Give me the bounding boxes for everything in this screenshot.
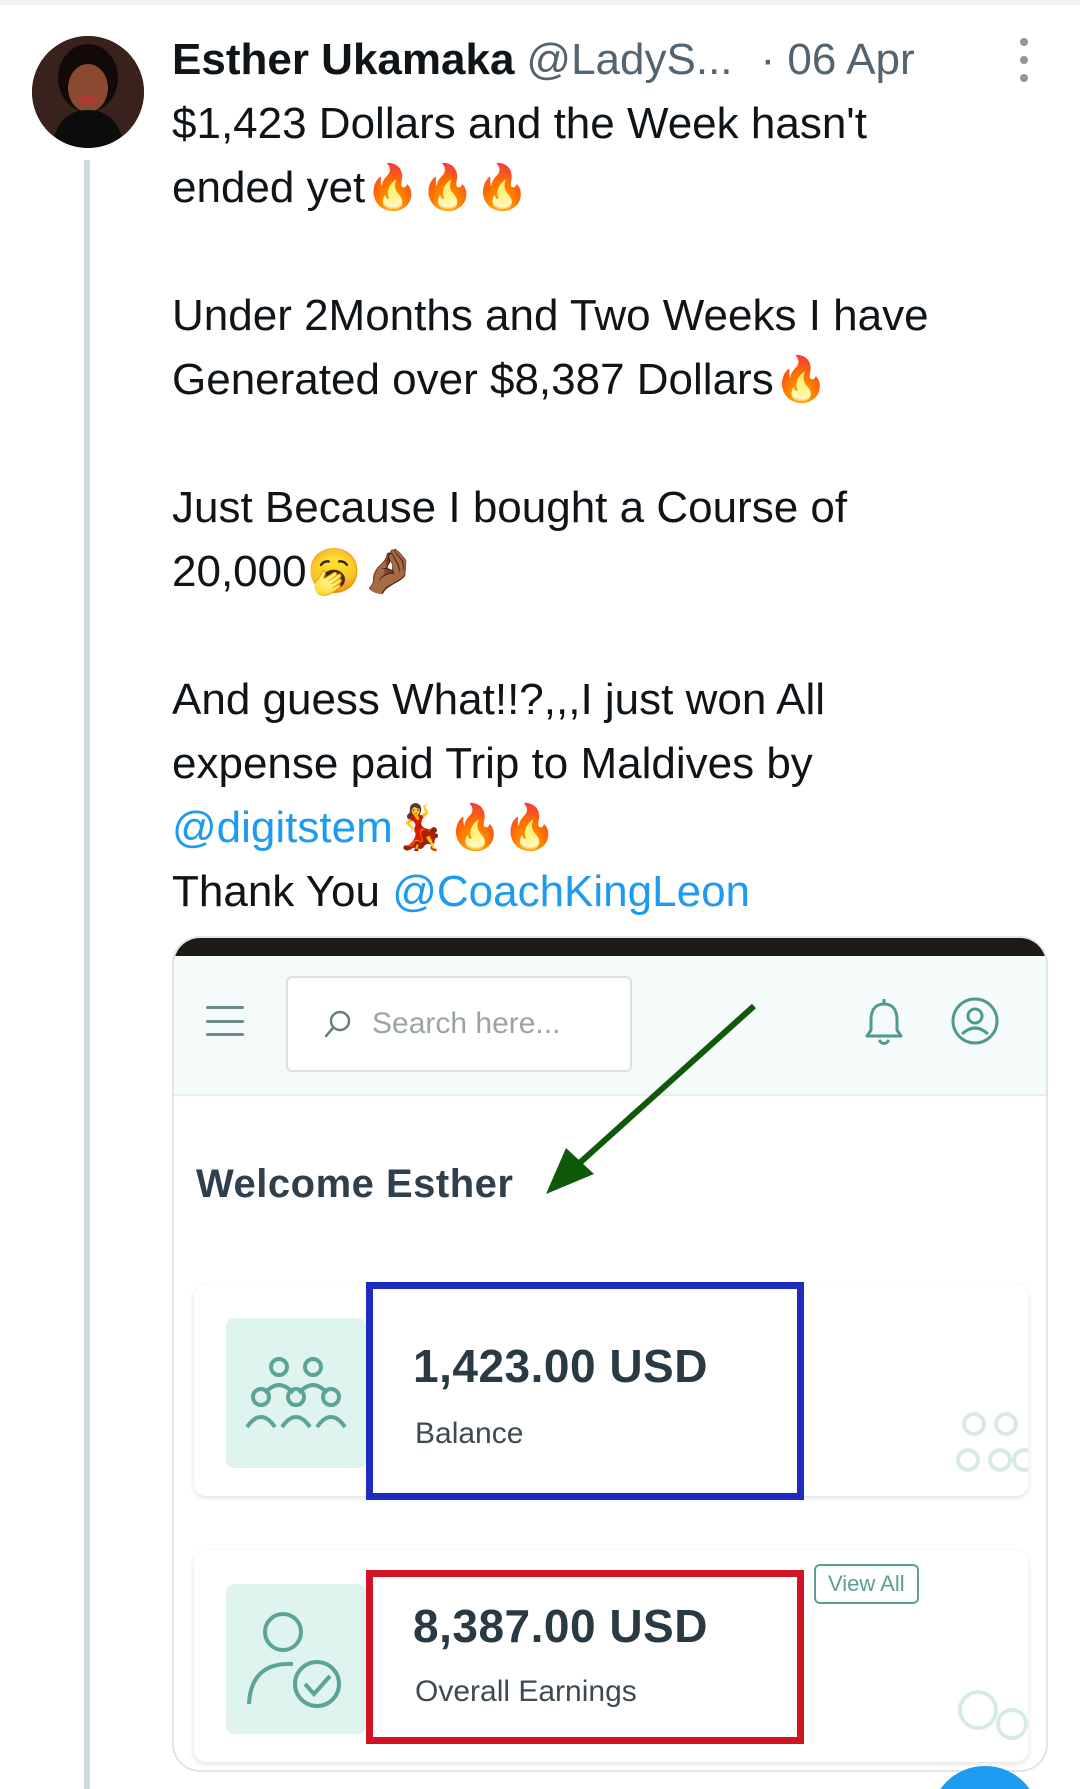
- tweet-text: $1,423 Dollars and the Week hasn't ended…: [172, 92, 1052, 924]
- decorative-circles-icon: [956, 1412, 1028, 1472]
- balance-highlight-box: 1,423.00 USD Balance: [366, 1282, 804, 1500]
- tweet-line: And guess What!!?,,,I just won All: [172, 675, 825, 724]
- thread-connector-line: [84, 160, 90, 1789]
- thank-you-text: Thank You: [172, 867, 393, 916]
- tweet-line: @digitstem💃🔥🔥: [172, 796, 1052, 860]
- earnings-amount: 8,387.00 USD: [413, 1600, 708, 1652]
- earnings-label: Overall Earnings: [415, 1675, 637, 1708]
- tweet-header: Esther Ukamaka @LadyS... · 06 Apr: [172, 30, 1052, 90]
- view-all-button: View All: [814, 1564, 919, 1604]
- green-arrow-annotation: [546, 1003, 757, 1194]
- balance-card: 1,423.00 USD Balance: [194, 1282, 1028, 1500]
- tweet-line: Generated over $8,387 Dollars🔥: [172, 355, 829, 404]
- tweet-line: 20,000🥱🤌🏾: [172, 547, 417, 596]
- user-check-icon: [226, 1584, 366, 1734]
- author-handle[interactable]: @LadyS...: [526, 35, 732, 85]
- attached-image[interactable]: Welcome Esther 1,423.00 USD Balance: [172, 936, 1048, 1772]
- earnings-card: 8,387.00 USD Overall Earnings View All: [194, 1550, 1028, 1762]
- users-group-icon: [226, 1318, 366, 1468]
- tweet-line: expense paid Trip to Maldives by: [172, 739, 813, 788]
- mention-link-digitstem[interactable]: @digitstem: [172, 803, 393, 852]
- tweet-line: Under 2Months and Two Weeks I have: [172, 291, 929, 340]
- user-account-icon: [951, 997, 999, 1045]
- welcome-heading: Welcome Esther: [196, 1162, 514, 1206]
- mention-link-coachkingleon[interactable]: @CoachKingLeon: [392, 867, 750, 916]
- earnings-highlight-box: 8,387.00 USD Overall Earnings: [366, 1570, 804, 1744]
- avatar[interactable]: [32, 36, 144, 148]
- search-icon: [324, 1010, 351, 1038]
- hamburger-menu-icon: [206, 1006, 244, 1036]
- decorative-circles-icon: [958, 1690, 1028, 1740]
- tweet-line: $1,423 Dollars and the Week hasn't: [172, 99, 867, 148]
- author-name[interactable]: Esther Ukamaka: [172, 35, 514, 85]
- more-vertical-icon[interactable]: [1012, 38, 1036, 82]
- tweet-line: Just Because I bought a Course of: [172, 483, 848, 532]
- balance-amount: 1,423.00 USD: [413, 1340, 708, 1392]
- image-top-bar: [174, 938, 1046, 956]
- top-divider: [0, 0, 1080, 5]
- balance-label: Balance: [415, 1417, 524, 1450]
- tweet-date[interactable]: · 06 Apr: [761, 35, 915, 85]
- notification-bell-icon: [865, 999, 903, 1045]
- tweet-line: ended yet🔥🔥🔥: [172, 163, 530, 212]
- tweet-line: Thank You @CoachKingLeon: [172, 860, 1052, 924]
- emoji-run: 💃🔥🔥: [392, 803, 558, 852]
